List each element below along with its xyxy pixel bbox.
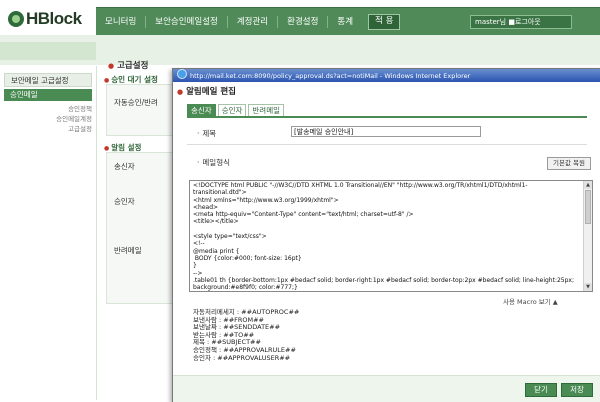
popup-header: ● 알림메일 편집	[177, 85, 597, 99]
sidebar-item-approval-mail[interactable]: 승인메일	[4, 89, 92, 101]
nav-item-environment[interactable]: 환경설정	[278, 16, 329, 28]
restore-default-button[interactable]: 기본값 복원	[547, 157, 591, 170]
html-source-text: <!DOCTYPE html PUBLIC "-//W3C//DTD XHTML…	[193, 182, 574, 292]
subject-input[interactable]: [발송메일 승인안내]	[291, 126, 481, 137]
close-button[interactable]: 닫기	[525, 383, 557, 397]
popup-title-bar[interactable]: http://mail.ket.com:8090/policy_approval…	[173, 69, 600, 82]
header-strip-left	[0, 42, 96, 60]
apply-button[interactable]: 적 용	[368, 14, 401, 30]
logo-text: HBlock	[26, 9, 82, 28]
row-auto-approve: 자동승인/반려	[114, 98, 158, 107]
macro-list: 자동처리메세지 : ##AUTOPROC## 보낸사람 : ##FROM## 보…	[193, 308, 300, 362]
popup-window: http://mail.ket.com:8090/policy_approval…	[172, 68, 600, 402]
bullet-icon: ●	[177, 88, 184, 96]
row-reject-mail: 반려메일	[114, 246, 142, 255]
user-logout-box[interactable]: master님 ■로그아웃	[470, 15, 572, 29]
nav-item-monitoring[interactable]: 모니터링	[96, 16, 147, 28]
ie-icon	[177, 69, 187, 79]
save-button[interactable]: 저장	[561, 383, 593, 397]
popup-window-title: http://mail.ket.com:8090/policy_approval…	[190, 72, 471, 80]
logo-mark-icon	[8, 11, 24, 27]
format-label: 메일형식	[197, 157, 230, 168]
page-title: 고급설정	[108, 59, 148, 71]
nav-item-accounts[interactable]: 계정관리	[228, 16, 279, 28]
sidebar-subitem-policy[interactable]: 승인정책	[68, 103, 92, 113]
nav-item-statistics[interactable]: 통계	[328, 16, 362, 28]
logo[interactable]: HBlock	[8, 9, 82, 29]
scroll-thumb[interactable]	[585, 190, 591, 224]
scroll-down-icon[interactable]: ▼	[584, 283, 592, 291]
popup-tabs: 송신자 승인자 반려메일	[187, 104, 286, 117]
top-bar: HBlock 모니터링 보안승인메일설정 계정관리 환경설정 통계 적 용 ma…	[0, 0, 600, 36]
row-sender: 송신자	[114, 162, 135, 171]
alert-row-box	[106, 152, 176, 304]
approval-row-box	[106, 84, 176, 136]
divider	[187, 144, 587, 145]
sidebar-item-advanced-mail[interactable]: 보안메일 고급설정	[4, 73, 92, 87]
sidebar: 보안메일 고급설정 승인메일 승인정책 승인메일계정 고급설정	[0, 66, 97, 400]
html-source-textarea[interactable]: <!DOCTYPE html PUBLIC "-//W3C//DTD XHTML…	[189, 180, 593, 292]
row-approver: 승인자	[114, 197, 135, 206]
textarea-scrollbar[interactable]: ▲ ▼	[583, 181, 592, 291]
popup-header-text: 알림메일 편집	[186, 87, 236, 97]
subject-row: 제목 [발송메일 승인안내]	[187, 124, 587, 140]
scroll-up-icon[interactable]: ▲	[584, 181, 592, 189]
popup-footer: 닫기 저장	[173, 375, 600, 402]
nav-item-mail-settings[interactable]: 보안승인메일설정	[146, 16, 228, 28]
macro-toggle[interactable]: 사용 Macro 보기 ▲	[503, 296, 558, 306]
sidebar-subitem-accounts[interactable]: 승인메일계정	[56, 113, 92, 123]
sidebar-subitem-advanced[interactable]: 고급설정	[68, 123, 92, 133]
main-nav: 모니터링 보안승인메일설정 계정관리 환경설정 통계 적 용 master님 ■…	[96, 7, 600, 36]
tab-underline	[187, 116, 587, 118]
subject-label: 제목	[197, 128, 216, 139]
